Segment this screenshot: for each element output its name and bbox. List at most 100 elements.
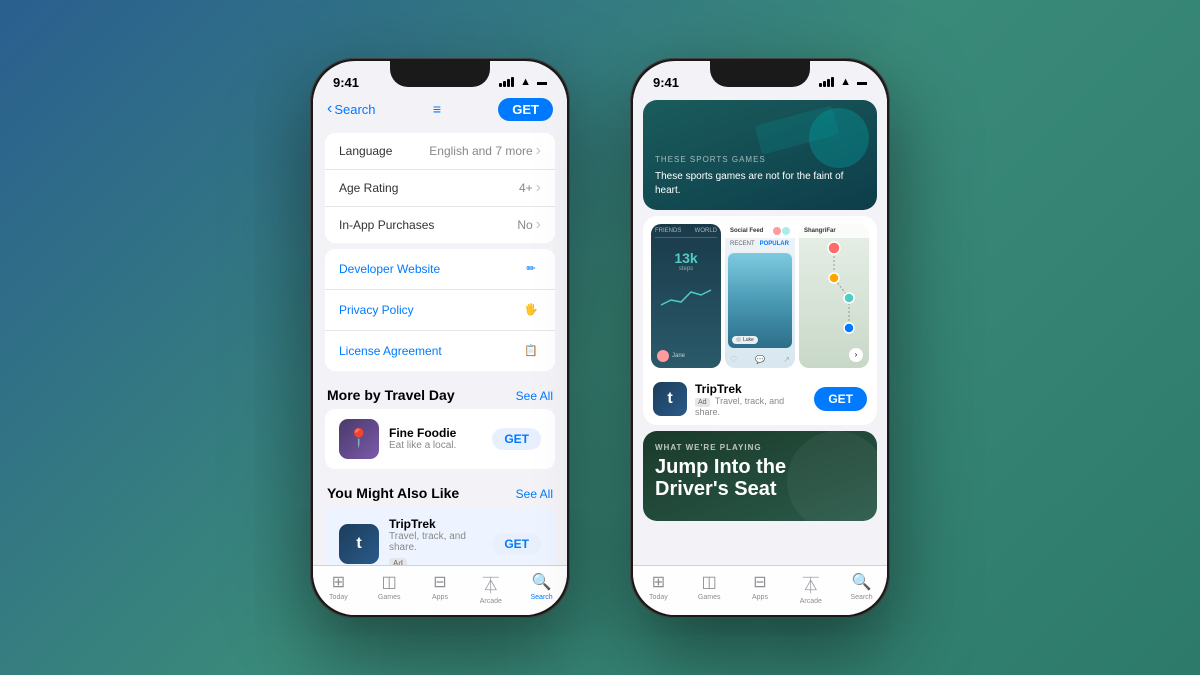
tab-arcade-label-right: Arcade xyxy=(800,598,822,605)
triptrek-row[interactable]: t TripTrek Travel, track, and share. Ad … xyxy=(325,507,555,565)
shangri-label: ShangriFar xyxy=(804,228,836,234)
inapp-value: No xyxy=(517,216,541,234)
triptrek-icon: t xyxy=(339,524,379,564)
mini-avatars xyxy=(773,227,790,235)
also-like-see-all[interactable]: See All xyxy=(516,487,553,501)
license-agreement-label: License Agreement xyxy=(339,344,442,358)
content-right: THESE SPORTS GAMES These sports games ar… xyxy=(633,94,887,565)
tab-apps-label-right: Apps xyxy=(752,594,768,601)
inapp-row[interactable]: In-App Purchases No xyxy=(325,207,555,243)
apps-icon: ⊟ xyxy=(433,572,446,592)
fine-foodie-row[interactable]: 📍 Fine Foodie Eat like a local. GET xyxy=(325,409,555,469)
fine-foodie-desc: Eat like a local. xyxy=(389,440,482,451)
fine-foodie-get[interactable]: GET xyxy=(492,428,541,450)
ad-app-icon: t xyxy=(653,382,687,416)
ad-badge: Ad xyxy=(389,558,407,565)
license-agreement-row[interactable]: License Agreement 📋 xyxy=(325,331,555,371)
battery-icon-right: ▬ xyxy=(857,77,867,88)
tab-games[interactable]: ◫ Games xyxy=(369,572,409,605)
tab-today[interactable]: ⊞ Today xyxy=(318,572,358,605)
ss1-tab2: WORLD xyxy=(695,228,717,234)
developer-website-row[interactable]: Developer Website ✏ xyxy=(325,249,555,290)
mini-feed-header: Social Feed xyxy=(725,224,795,238)
tab-arcade-right[interactable]: ⏄ Arcade xyxy=(791,572,831,605)
sports-card-desc: These sports games are not for the faint… xyxy=(655,170,865,198)
tab-search[interactable]: 🔍 Search xyxy=(522,572,562,605)
ad-app-row: t TripTrek Ad Travel, track, and share. … xyxy=(643,376,877,425)
triptrek-desc: Travel, track, and share. xyxy=(389,531,482,553)
playing-title-text: Jump Into the xyxy=(655,456,786,478)
ad-triptrek-name: TripTrek xyxy=(695,382,806,396)
privacy-policy-label: Privacy Policy xyxy=(339,303,414,317)
action-row: ♡ 💬 ↗ xyxy=(725,351,795,368)
tab-arcade[interactable]: ⏄ Arcade xyxy=(471,572,511,605)
also-like-header: You Might Also Like See All xyxy=(313,475,567,507)
today-icon-right: ⊞ xyxy=(652,572,665,592)
map-header: ShangriFar xyxy=(799,224,869,238)
chip-dot xyxy=(736,337,741,342)
tab-search-label: Search xyxy=(530,594,552,601)
screenshots-row: FRIENDS WORLD 13k steps xyxy=(643,216,877,376)
screenshot-3: ShangriFar › xyxy=(799,224,869,368)
nav-filter-icon: ≡ xyxy=(376,101,499,117)
document-icon: 📋 xyxy=(521,341,541,361)
chart-area xyxy=(655,280,717,310)
sports-card: THESE SPORTS GAMES These sports games ar… xyxy=(643,100,877,210)
right-phone: 9:41 ▲ ▬ THESE SPORTS GAMES The xyxy=(630,58,890,618)
user-luke: Luke xyxy=(743,337,754,343)
back-button[interactable]: ‹ Search xyxy=(327,100,376,118)
ss1-tab1: FRIENDS xyxy=(655,228,681,234)
triptrek-get[interactable]: GET xyxy=(492,533,541,555)
tab-search-right[interactable]: 🔍 Search xyxy=(842,572,882,605)
chevron-icon-3 xyxy=(536,216,541,234)
tab-games-right[interactable]: ◫ Games xyxy=(689,572,729,605)
arcade-icon: ⏄ xyxy=(483,572,499,596)
stat-label: steps xyxy=(655,266,717,272)
battery-icon: ▬ xyxy=(537,77,547,88)
wifi-icon-right: ▲ xyxy=(840,76,851,88)
triptrek-info: TripTrek Travel, track, and share. Ad xyxy=(389,517,482,565)
age-rating-row[interactable]: Age Rating 4+ xyxy=(325,170,555,207)
fine-foodie-info: Fine Foodie Eat like a local. xyxy=(389,426,482,451)
map-area xyxy=(799,238,869,338)
back-label: Search xyxy=(334,102,375,117)
hand-icon: 🖐 xyxy=(521,300,541,320)
fine-foodie-name: Fine Foodie xyxy=(389,426,482,440)
map-expand-icon: › xyxy=(849,348,863,362)
also-like-title: You Might Also Like xyxy=(327,485,459,501)
links-section: Developer Website ✏ Privacy Policy 🖐 Lic… xyxy=(325,249,555,371)
signal-icon xyxy=(499,77,514,87)
more-see-all[interactable]: See All xyxy=(516,389,553,403)
tab-today-right[interactable]: ⊞ Today xyxy=(638,572,678,605)
playing-card: WHAT WE'RE PLAYING Jump Into the Driver'… xyxy=(643,431,877,521)
photo-area: Luke xyxy=(728,253,792,348)
get-button-top[interactable]: GET xyxy=(498,98,553,121)
more-by-title: More by Travel Day xyxy=(327,387,455,403)
language-row[interactable]: Language English and 7 more xyxy=(325,133,555,170)
language-label: Language xyxy=(339,144,392,158)
ad-get-button[interactable]: GET xyxy=(814,387,867,411)
tab-apps[interactable]: ⊟ Apps xyxy=(420,572,460,605)
chevron-icon-2 xyxy=(536,179,541,197)
screenshot-1: FRIENDS WORLD 13k steps xyxy=(651,224,721,368)
games-icon: ◫ xyxy=(382,572,397,592)
status-icons-left: ▲ ▬ xyxy=(499,76,547,88)
luke-chip: Luke xyxy=(732,336,758,344)
tab-games-label: Games xyxy=(378,594,401,601)
developer-website-label: Developer Website xyxy=(339,262,440,276)
stat-number: 13k xyxy=(655,250,717,266)
avatar-2 xyxy=(782,227,790,235)
privacy-policy-row[interactable]: Privacy Policy 🖐 xyxy=(325,290,555,331)
tab-apps-right[interactable]: ⊟ Apps xyxy=(740,572,780,605)
playing-subtitle-text: Driver's Seat xyxy=(655,478,777,500)
time-right: 9:41 xyxy=(653,75,679,90)
age-rating-label: Age Rating xyxy=(339,181,398,195)
wifi-icon: ▲ xyxy=(520,76,531,88)
age-rating-value: 4+ xyxy=(519,179,541,197)
notch xyxy=(390,61,490,87)
ad-app-info: TripTrek Ad Travel, track, and share. xyxy=(695,382,806,417)
content-left: Language English and 7 more Age Rating 4… xyxy=(313,127,567,565)
inapp-label: In-App Purchases xyxy=(339,218,434,232)
left-phone: 9:41 ▲ ▬ ‹ Search ≡ GET xyxy=(310,58,570,618)
ad-badge-right: Ad xyxy=(695,398,710,407)
